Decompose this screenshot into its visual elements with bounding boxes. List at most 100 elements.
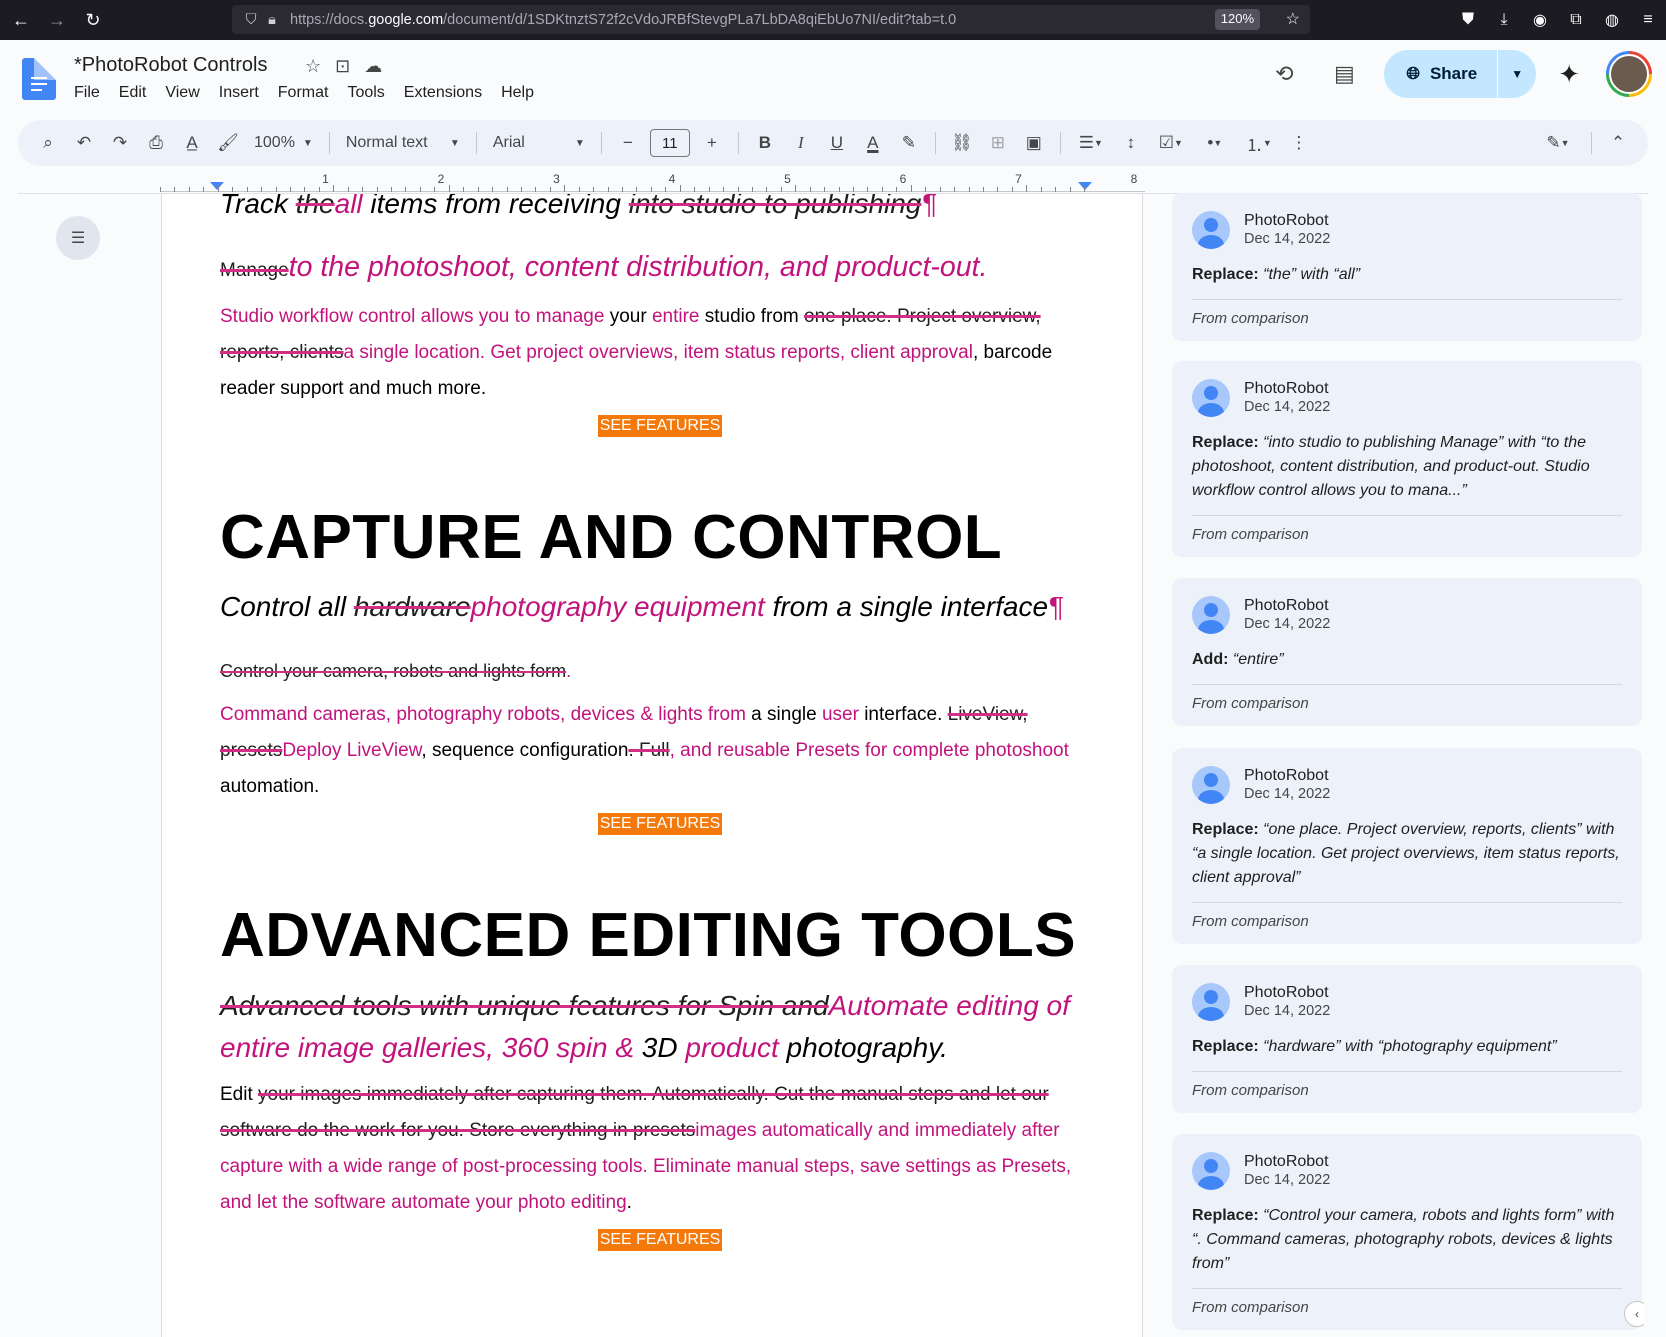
font-value: Arial: [492, 134, 525, 151]
see-features-button[interactable]: SEE FEATURES: [597, 415, 723, 437]
version-history-icon[interactable]: ⟲: [1264, 61, 1304, 87]
suggestion-card[interactable]: PhotoRobot Dec 14, 2022 Replace: “one pla…: [1172, 748, 1642, 944]
decrease-font-size-icon[interactable]: −: [610, 128, 646, 158]
underline-icon[interactable]: U: [819, 128, 855, 158]
align-icon[interactable]: ☰ ▼: [1069, 128, 1113, 158]
comment-footer: From comparison: [1192, 1288, 1622, 1330]
menu-insert[interactable]: Insert: [219, 84, 259, 102]
hide-menus-icon[interactable]: ⌃: [1600, 128, 1636, 158]
zoom-badge[interactable]: 120%: [1214, 9, 1260, 30]
extensions-icon[interactable]: ⧉: [1558, 11, 1594, 29]
lock-icon[interactable]: 🔒︎: [262, 12, 282, 28]
search-menus-icon[interactable]: ⌕: [30, 128, 66, 158]
menu-icon[interactable]: ≡: [1630, 11, 1666, 29]
font-select[interactable]: Arial ▼: [485, 134, 593, 152]
profile-icon[interactable]: ◍: [1594, 10, 1630, 30]
text-run: Edit: [220, 1084, 259, 1105]
document-title[interactable]: *PhotoRobot Controls: [74, 54, 267, 77]
collapse-panel-icon[interactable]: ‹: [1624, 1301, 1644, 1327]
tracking-shield-icon[interactable]: ⛉: [240, 12, 262, 28]
see-features-button[interactable]: SEE FEATURES: [597, 813, 723, 835]
account-icon[interactable]: ◉: [1522, 10, 1558, 30]
style-select[interactable]: Normal text ▼: [338, 134, 468, 152]
bold-icon[interactable]: B: [747, 128, 783, 158]
ruler-tick: [333, 185, 335, 192]
deleted-text: into studio to publishing: [628, 194, 922, 219]
user-avatar-icon: [1192, 766, 1230, 804]
highlight-icon[interactable]: ✎: [891, 128, 927, 158]
menu-format[interactable]: Format: [278, 84, 329, 102]
document-page[interactable]: Track theall items from receiving into s…: [161, 194, 1143, 1337]
print-icon[interactable]: ⎙: [138, 128, 174, 158]
suggestion-card[interactable]: PhotoRobot Dec 14, 2022 Replace: “hardwar…: [1172, 965, 1642, 1113]
share-dropdown-icon[interactable]: ▼: [1498, 67, 1536, 81]
menu-tools[interactable]: Tools: [347, 84, 384, 102]
comment-footer: From comparison: [1192, 1071, 1622, 1113]
paint-format-icon[interactable]: 🖌︎: [210, 128, 246, 158]
inserted-text: Deploy LiveView: [282, 740, 422, 761]
inserted-text: to the photoshoot, content distribution,…: [288, 251, 988, 283]
ruler-tick: [578, 187, 580, 192]
share-button[interactable]: 🌐︎ Share: [1384, 50, 1499, 98]
downloads-icon[interactable]: ⤓: [1486, 11, 1522, 29]
menu-view[interactable]: View: [165, 84, 199, 102]
back-icon[interactable]: ←: [6, 5, 36, 35]
ruler-tick: [463, 187, 465, 192]
ruler-tick: [751, 187, 753, 192]
text-color-icon[interactable]: A: [855, 128, 891, 158]
checklist-icon[interactable]: ☑ ▼: [1149, 128, 1193, 158]
inserted-text: Command cameras, photography robots, dev…: [220, 704, 746, 725]
url-bar[interactable]: ⛉ 🔒︎ https://docs.google.com/document/d/…: [232, 5, 1310, 34]
suggestion-card[interactable]: PhotoRobot Dec 14, 2022 Replace: “Control…: [1172, 1134, 1642, 1330]
user-avatar-icon: [1192, 983, 1230, 1021]
document-outline-icon[interactable]: ☰: [56, 216, 100, 260]
ruler-tick: [896, 187, 898, 192]
bookmark-star-icon[interactable]: ☆: [1286, 9, 1300, 29]
cloud-status-icon[interactable]: ☁: [364, 56, 382, 77]
ruler[interactable]: 1 2 3 4 5 6 7 8: [160, 172, 1145, 194]
comment-footer: From comparison: [1192, 515, 1622, 557]
menu-extensions[interactable]: Extensions: [404, 84, 482, 102]
numbered-list-icon[interactable]: ⒈ ▼: [1237, 128, 1281, 158]
bulleted-list-icon[interactable]: • ▼: [1193, 128, 1237, 158]
add-comment-icon[interactable]: ⊞: [980, 128, 1016, 158]
undo-icon[interactable]: ↶: [66, 128, 102, 158]
menu-help[interactable]: Help: [501, 84, 534, 102]
increase-font-size-icon[interactable]: +: [694, 128, 730, 158]
right-indent-marker[interactable]: [1078, 182, 1092, 190]
ruler-tick: [737, 187, 739, 192]
text-run: automation.: [220, 776, 320, 797]
suggestion-card[interactable]: PhotoRobot Dec 14, 2022 Replace: “the” wi…: [1172, 193, 1642, 341]
comments-icon[interactable]: ▤: [1324, 61, 1364, 87]
zoom-select[interactable]: 100% ▼: [246, 134, 321, 152]
font-size-input[interactable]: 11: [649, 129, 690, 157]
text-run: photography.: [778, 1032, 948, 1063]
move-folder-icon[interactable]: ⊡: [335, 56, 350, 77]
link-icon[interactable]: ⛓︎: [944, 128, 980, 158]
menu-file[interactable]: File: [74, 84, 100, 102]
redo-icon[interactable]: ↷: [102, 128, 138, 158]
docs-logo-icon[interactable]: [22, 58, 56, 100]
menu-edit[interactable]: Edit: [119, 84, 147, 102]
reload-icon[interactable]: ↻: [78, 5, 108, 35]
editing-mode-icon[interactable]: ✎ ▼: [1533, 128, 1583, 158]
insert-image-icon[interactable]: ▣: [1016, 128, 1052, 158]
comment-author-row: PhotoRobot Dec 14, 2022: [1192, 983, 1622, 1021]
spellcheck-icon[interactable]: A̲: [174, 128, 210, 158]
pocket-icon[interactable]: ⛊: [1450, 11, 1486, 29]
gemini-sparkle-icon[interactable]: ✦: [1558, 59, 1580, 90]
document-body[interactable]: Track theall items from receiving into s…: [220, 194, 1100, 1251]
avatar[interactable]: [1606, 51, 1652, 97]
comment-date: Dec 14, 2022: [1244, 616, 1331, 632]
star-icon[interactable]: ☆: [305, 56, 321, 77]
italic-icon[interactable]: I: [783, 128, 819, 158]
comment-author: PhotoRobot: [1244, 1153, 1329, 1170]
suggestion-card[interactable]: PhotoRobot Dec 14, 2022 Replace: “into st…: [1172, 361, 1642, 557]
ruler-tick: [723, 187, 725, 192]
suggestion-card[interactable]: PhotoRobot Dec 14, 2022 Add: “entire” Fro…: [1172, 578, 1642, 726]
ruler-tick: [982, 187, 984, 192]
line-spacing-icon[interactable]: ↕: [1113, 128, 1149, 158]
forward-icon[interactable]: →: [42, 5, 72, 35]
more-options-icon[interactable]: ⋮: [1281, 128, 1317, 158]
see-features-button[interactable]: SEE FEATURES: [597, 1229, 723, 1251]
